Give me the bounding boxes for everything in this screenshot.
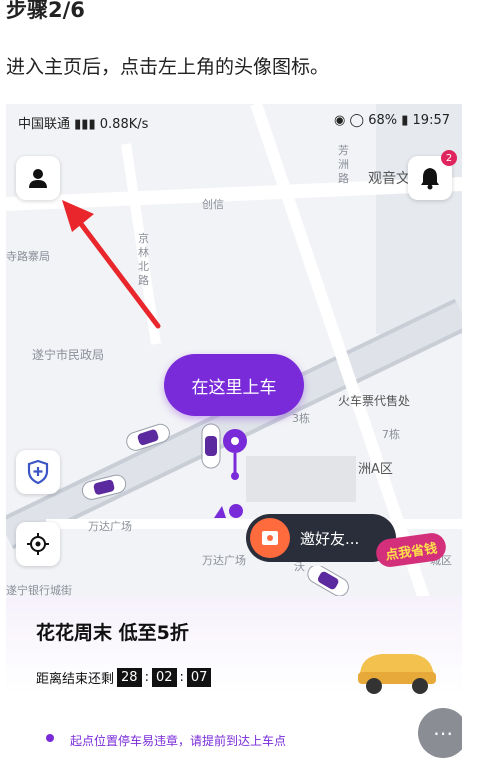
invite-label: 邀好友... <box>300 529 360 548</box>
map-label: 万达广场 <box>88 520 132 533</box>
map-label: 创信 <box>202 198 224 211</box>
bell-icon <box>421 168 439 190</box>
map-label: 洲A区 <box>358 462 393 477</box>
alarm-icon: ◯ <box>349 113 365 128</box>
map-label: 寺路寨局 <box>6 250 50 263</box>
step-title: 步骤2/6 <box>6 0 85 22</box>
status-bar: 中国联通 ▮▮▮ 0.88K/s ◉ ◯ 68% ▮ 19:57 <box>6 104 462 138</box>
more-dots-icon: ⋯ <box>433 721 453 745</box>
promo-sheet: 花花周末 低至5折 距离结束还剩 28: 02: 07 起点位置停车易违章，请提… <box>6 596 462 760</box>
signal-icon: ▮▮▮ <box>74 117 96 132</box>
notification-button[interactable]: 2 <box>408 150 457 200</box>
countdown-hours: 28 <box>117 668 142 687</box>
countdown-minutes: 02 <box>151 668 177 687</box>
battery-percent: 68% <box>368 113 398 128</box>
invite-friends-button[interactable]: 邀好友... <box>246 514 396 562</box>
status-left: 中国联通 ▮▮▮ 0.88K/s <box>18 113 148 132</box>
status-right: ◉ ◯ 68% ▮ 19:57 <box>334 113 450 128</box>
crosshair-icon <box>27 533 49 555</box>
carrier-name: 中国联通 <box>18 117 71 132</box>
pickup-here-button[interactable]: 在这里上车 <box>164 354 304 416</box>
map-label: 3栋 <box>292 412 310 425</box>
map-label: 观音文 <box>368 171 410 187</box>
phone-screenshot: 芳 洲 路 观音文 创信 寺路寨局 京 林 北 路 遂宁市民政局 火车票代售处 … <box>6 104 462 760</box>
more-options-button[interactable]: ⋯ <box>418 708 462 758</box>
pickup-pin-icon <box>223 429 247 480</box>
map-label: 遂宁市民政局 <box>32 348 105 362</box>
notification-badge: 2 <box>441 150 457 166</box>
user-avatar-icon <box>29 169 47 188</box>
red-envelope-icon <box>250 518 290 558</box>
location-dot-icon <box>214 504 243 518</box>
countdown: 距离结束还剩 28: 02: 07 <box>36 668 214 687</box>
network-speed: 0.88K/s <box>99 117 149 132</box>
map-label: 7栋 <box>382 428 400 441</box>
car-icon <box>126 423 170 451</box>
countdown-seconds: 07 <box>186 668 212 687</box>
pickup-notice: 起点位置停车易违章，请提前到达上车点 <box>70 734 287 748</box>
battery-icon: ▮ <box>401 113 409 128</box>
avatar-button[interactable] <box>16 156 60 200</box>
car-illustration <box>358 654 436 694</box>
car-icon <box>307 566 349 596</box>
map-label: 万达广场 <box>202 554 246 567</box>
red-arrow-annotation <box>62 200 161 329</box>
map-label: 火车票代售处 <box>338 394 411 408</box>
bullet-dot-icon <box>46 734 54 742</box>
instruction-text: 进入主页后，点击左上角的头像图标。 <box>6 56 330 78</box>
shield-plus-icon <box>27 459 49 485</box>
clock-time: 19:57 <box>412 113 450 128</box>
promo-title: 花花周末 低至5折 <box>36 622 189 644</box>
safety-button[interactable] <box>16 450 60 494</box>
locate-button[interactable] <box>16 522 60 566</box>
countdown-label: 距离结束还剩 <box>36 672 115 687</box>
eye-icon: ◉ <box>334 113 346 128</box>
map-label: 路 <box>338 172 349 185</box>
car-icon <box>81 474 127 500</box>
